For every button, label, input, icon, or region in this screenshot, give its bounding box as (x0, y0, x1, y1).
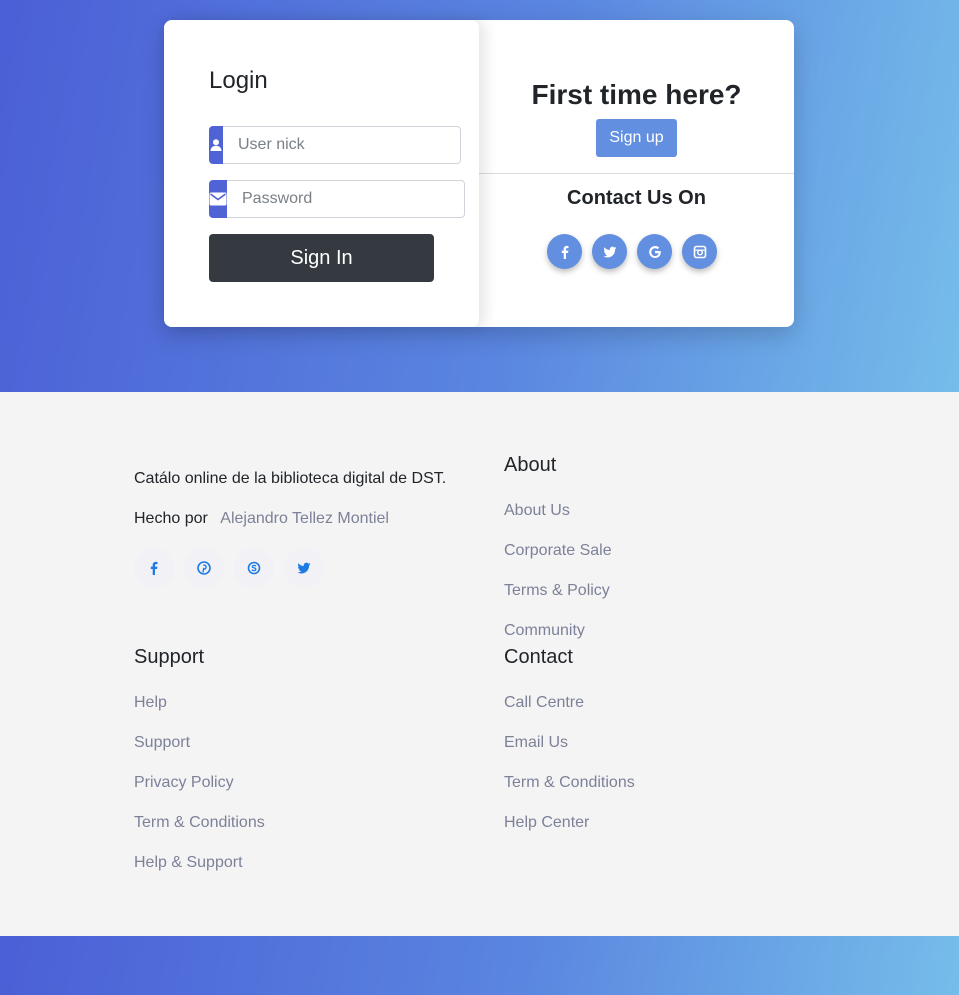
login-panel: Login Sign In (164, 20, 479, 327)
twitter-icon[interactable] (284, 548, 324, 588)
facebook-icon[interactable] (134, 548, 174, 588)
sign-in-button[interactable]: Sign In (209, 234, 434, 282)
support-link-term-conditions[interactable]: Term & Conditions (134, 814, 265, 854)
support-link-help-support[interactable]: Help & Support (134, 854, 265, 894)
password-input-group (209, 180, 465, 218)
contact-us-heading: Contact Us On (567, 187, 706, 209)
author-link[interactable]: Alejandro Tellez Montiel (220, 510, 389, 527)
contact-link-email-us[interactable]: Email Us (504, 734, 635, 774)
support-link-privacy-policy[interactable]: Privacy Policy (134, 774, 265, 814)
contact-heading: Contact (504, 646, 573, 668)
contact-link-help-center[interactable]: Help Center (504, 814, 635, 854)
made-by-label: Hecho por (134, 510, 208, 527)
user-icon (209, 126, 223, 164)
about-link-terms-policy[interactable]: Terms & Policy (504, 582, 612, 622)
about-link-about-us[interactable]: About Us (504, 502, 612, 542)
twitter-icon[interactable] (592, 234, 627, 269)
contact-link-term-conditions[interactable]: Term & Conditions (504, 774, 635, 814)
envelope-icon (209, 180, 227, 218)
google-icon[interactable] (637, 234, 672, 269)
about-links: About Us Corporate Sale Terms & Policy C… (504, 502, 612, 662)
login-title: Login (209, 67, 268, 94)
bottom-band (0, 936, 959, 995)
user-input-group (209, 126, 461, 164)
footer-social-row (134, 548, 324, 588)
made-by: Hecho por Alejandro Tellez Montiel (134, 510, 389, 528)
contact-link-call-centre[interactable]: Call Centre (504, 694, 635, 734)
facebook-icon[interactable] (547, 234, 582, 269)
contact-links: Call Centre Email Us Term & Conditions H… (504, 694, 635, 854)
about-link-corporate-sale[interactable]: Corporate Sale (504, 542, 612, 582)
support-links: Help Support Privacy Policy Term & Condi… (134, 694, 265, 894)
support-link-support[interactable]: Support (134, 734, 265, 774)
panel-divider (479, 173, 794, 174)
password-input[interactable] (227, 180, 465, 218)
skype-icon[interactable] (234, 548, 274, 588)
support-link-help[interactable]: Help (134, 694, 265, 734)
user-nick-input[interactable] (223, 126, 461, 164)
signup-panel: First time here? Sign up Contact Us On (479, 20, 794, 327)
site-description: Catálo online de la biblioteca digital d… (134, 470, 447, 487)
contact-social-row (547, 234, 717, 269)
pinterest-icon[interactable] (184, 548, 224, 588)
support-heading: Support (134, 646, 205, 668)
about-heading: About (504, 454, 557, 476)
first-time-heading: First time here? (531, 79, 742, 110)
sign-up-button[interactable]: Sign up (596, 119, 677, 157)
instagram-icon[interactable] (682, 234, 717, 269)
login-card: Login Sign In First time here? Sign up C… (164, 20, 794, 327)
